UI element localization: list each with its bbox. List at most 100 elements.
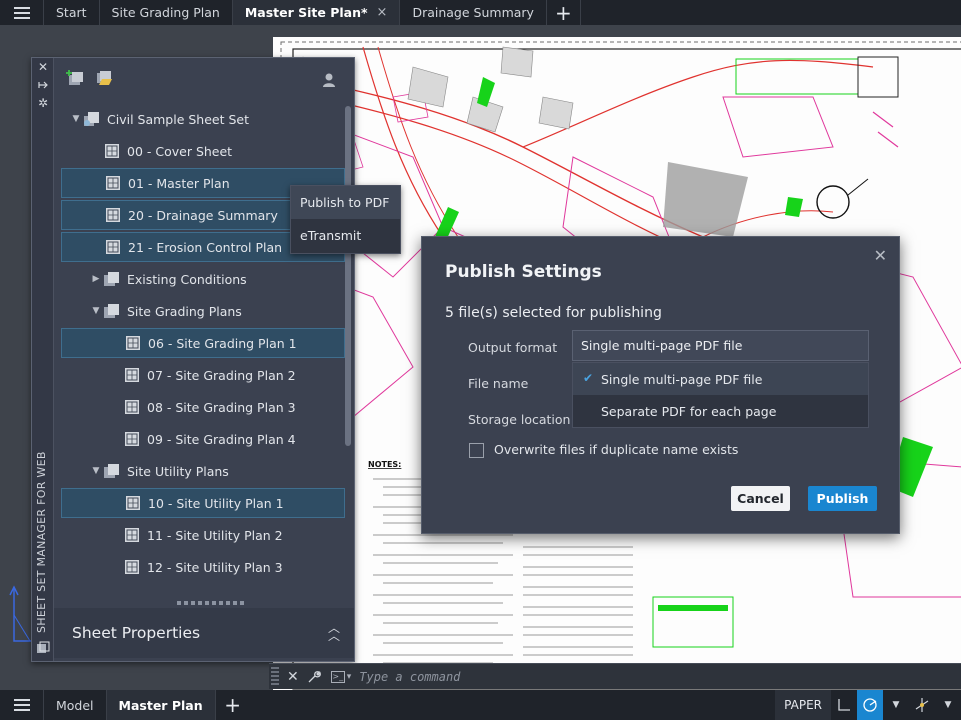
- subset-icon: [103, 463, 121, 479]
- gear-icon: ✲: [37, 96, 49, 110]
- tree-item-12[interactable]: 10 - Site Utility Plan 1: [61, 488, 345, 518]
- sheet-icon: [124, 495, 142, 511]
- tree-item-1[interactable]: 00 - Cover Sheet: [61, 136, 345, 166]
- palette-toolbar: [54, 58, 354, 98]
- open-sheet-set-icon: [97, 71, 112, 85]
- tree-item-9[interactable]: 08 - Site Grading Plan 3: [61, 392, 345, 422]
- isodraft-toggle[interactable]: [909, 690, 935, 720]
- tree-scrollbar[interactable]: [345, 106, 351, 596]
- subset-icon: [103, 271, 121, 287]
- tab-start[interactable]: Start: [44, 0, 100, 25]
- ortho-icon: [838, 699, 850, 711]
- overwrite-checkbox[interactable]: [469, 443, 484, 458]
- tree-item-10[interactable]: 09 - Site Grading Plan 4: [61, 424, 345, 454]
- tree-item-label: Site Utility Plans: [127, 463, 229, 479]
- tree-item-6[interactable]: ▼ Site Grading Plans: [61, 296, 345, 326]
- paper-space-toggle[interactable]: PAPER: [775, 690, 831, 720]
- chevron-down-icon[interactable]: ▾: [347, 672, 352, 682]
- collapse-toggle-icon[interactable]: ▼: [89, 306, 103, 316]
- auto-hide-icon: [38, 81, 48, 89]
- output-format-label: Output format: [468, 340, 558, 355]
- new-layout-button[interactable]: +: [216, 690, 250, 720]
- auto-hide-button[interactable]: [32, 76, 54, 94]
- tree-item-label: Existing Conditions: [127, 271, 247, 287]
- new-tab-button[interactable]: +: [547, 0, 581, 25]
- collapse-toggle-icon[interactable]: ▼: [69, 114, 83, 124]
- tree-item-14[interactable]: 12 - Site Utility Plan 3: [61, 552, 345, 582]
- sheet-icon: [123, 527, 141, 543]
- close-palette-button[interactable]: ✕: [32, 58, 54, 76]
- tree-item-13[interactable]: 11 - Site Utility Plan 2: [61, 520, 345, 550]
- tree-item-label: 21 - Erosion Control Plan: [128, 239, 283, 255]
- tab-model[interactable]: Model: [44, 690, 107, 720]
- command-input[interactable]: [359, 669, 760, 684]
- output-format-select[interactable]: Single multi-page PDF file: [572, 330, 869, 361]
- command-line-grip[interactable]: [271, 666, 279, 687]
- close-command-line-icon[interactable]: ✕: [287, 669, 299, 685]
- account-button[interactable]: [322, 72, 336, 91]
- document-tab-bar: Start Site Grading Plan Master Site Plan…: [0, 0, 961, 25]
- tab-master-plan[interactable]: Master Plan: [106, 690, 216, 720]
- output-format-dropdown: ✔ Single multi-page PDF file Separate PD…: [572, 362, 869, 428]
- polar-options-dropdown[interactable]: ▼: [883, 690, 909, 720]
- chevron-down-icon: ▼: [944, 700, 952, 710]
- app-menu-button[interactable]: [0, 0, 44, 25]
- collapse-toggle-icon[interactable]: ▼: [89, 466, 103, 476]
- sheet-icon: [123, 367, 141, 383]
- sheet-set-icon: [83, 111, 101, 127]
- sheet-icon: [124, 335, 142, 351]
- option-single-multi-page[interactable]: ✔ Single multi-page PDF file: [573, 363, 868, 395]
- dialog-close-icon[interactable]: ✕: [874, 246, 887, 265]
- palette-vertical-title: SHEET SET MANAGER FOR WEB: [35, 451, 48, 633]
- tab-site-grading-plan[interactable]: Site Grading Plan: [100, 0, 233, 25]
- sheet-icon: [123, 431, 141, 447]
- publish-button[interactable]: Publish: [808, 486, 877, 511]
- tree-item-7[interactable]: 06 - Site Grading Plan 1: [61, 328, 345, 358]
- cancel-button[interactable]: Cancel: [731, 486, 790, 511]
- palette-side-strip: ✕ ✲ SHEET SET MANAGER FOR WEB: [32, 58, 54, 661]
- tree-item-5[interactable]: ▶ Existing Conditions: [61, 264, 345, 294]
- menu-item-publish-to-pdf[interactable]: Publish to PDF: [291, 186, 400, 219]
- checkmark-icon: ✔: [583, 371, 594, 385]
- sheet-icon: [103, 143, 121, 159]
- new-sheet-set-icon: [66, 70, 83, 85]
- storage-location-label: Storage location: [468, 412, 571, 427]
- new-sheet-set-button[interactable]: [64, 66, 88, 90]
- close-icon: ✕: [37, 60, 49, 74]
- tree-item-label: 01 - Master Plan: [128, 175, 230, 191]
- palette-settings-button[interactable]: ✲: [32, 94, 54, 112]
- isodraft-icon: [915, 698, 929, 712]
- open-sheet-set-button[interactable]: [92, 66, 116, 90]
- option-separate-pdf[interactable]: Separate PDF for each page: [573, 395, 868, 427]
- tree-item-label: 00 - Cover Sheet: [127, 143, 233, 159]
- sheet-icon: [104, 239, 122, 255]
- command-prompt-icon[interactable]: >_: [330, 670, 345, 683]
- dialog-subtitle: 5 file(s) selected for publishing: [445, 305, 662, 321]
- close-tab-icon[interactable]: ×: [377, 5, 388, 20]
- polar-tracking-toggle[interactable]: [857, 690, 883, 720]
- plus-icon: +: [555, 0, 572, 25]
- scrollbar-thumb[interactable]: [345, 106, 351, 446]
- ortho-toggle[interactable]: [831, 690, 857, 720]
- panel-resize-grip[interactable]: [177, 601, 244, 605]
- overwrite-label: Overwrite files if duplicate name exists: [494, 442, 739, 457]
- hamburger-icon: [13, 704, 30, 706]
- sheet-set-icon: [37, 641, 50, 653]
- tree-item-8[interactable]: 07 - Site Grading Plan 2: [61, 360, 345, 390]
- sheet-tree: ▼ Civil Sample Sheet Set 00 - Cover Sheet 0…: [61, 103, 345, 598]
- tree-item-0[interactable]: ▼ Civil Sample Sheet Set: [61, 104, 345, 134]
- menu-item-etransmit[interactable]: eTransmit: [291, 219, 400, 252]
- tree-item-11[interactable]: ▼ Site Utility Plans: [61, 456, 345, 486]
- expand-chevron-icon[interactable]: ︿ ︿: [328, 622, 340, 642]
- tab-master-site-plan[interactable]: Master Site Plan* ×: [232, 0, 401, 25]
- expand-toggle-icon[interactable]: ▶: [89, 274, 103, 284]
- sheet-properties-header[interactable]: Sheet Properties ︿ ︿: [54, 608, 354, 658]
- tree-item-label: 09 - Site Grading Plan 4: [147, 431, 296, 447]
- isodraft-options-dropdown[interactable]: ▼: [935, 690, 961, 720]
- tab-drainage-summary[interactable]: Drainage Summary: [400, 0, 547, 25]
- wrench-icon[interactable]: [307, 670, 321, 684]
- layout-menu-button[interactable]: [0, 690, 44, 720]
- tree-item-label: 08 - Site Grading Plan 3: [147, 399, 296, 415]
- sheet-icon: [123, 559, 141, 575]
- sheet-properties-title: Sheet Properties: [72, 624, 201, 642]
